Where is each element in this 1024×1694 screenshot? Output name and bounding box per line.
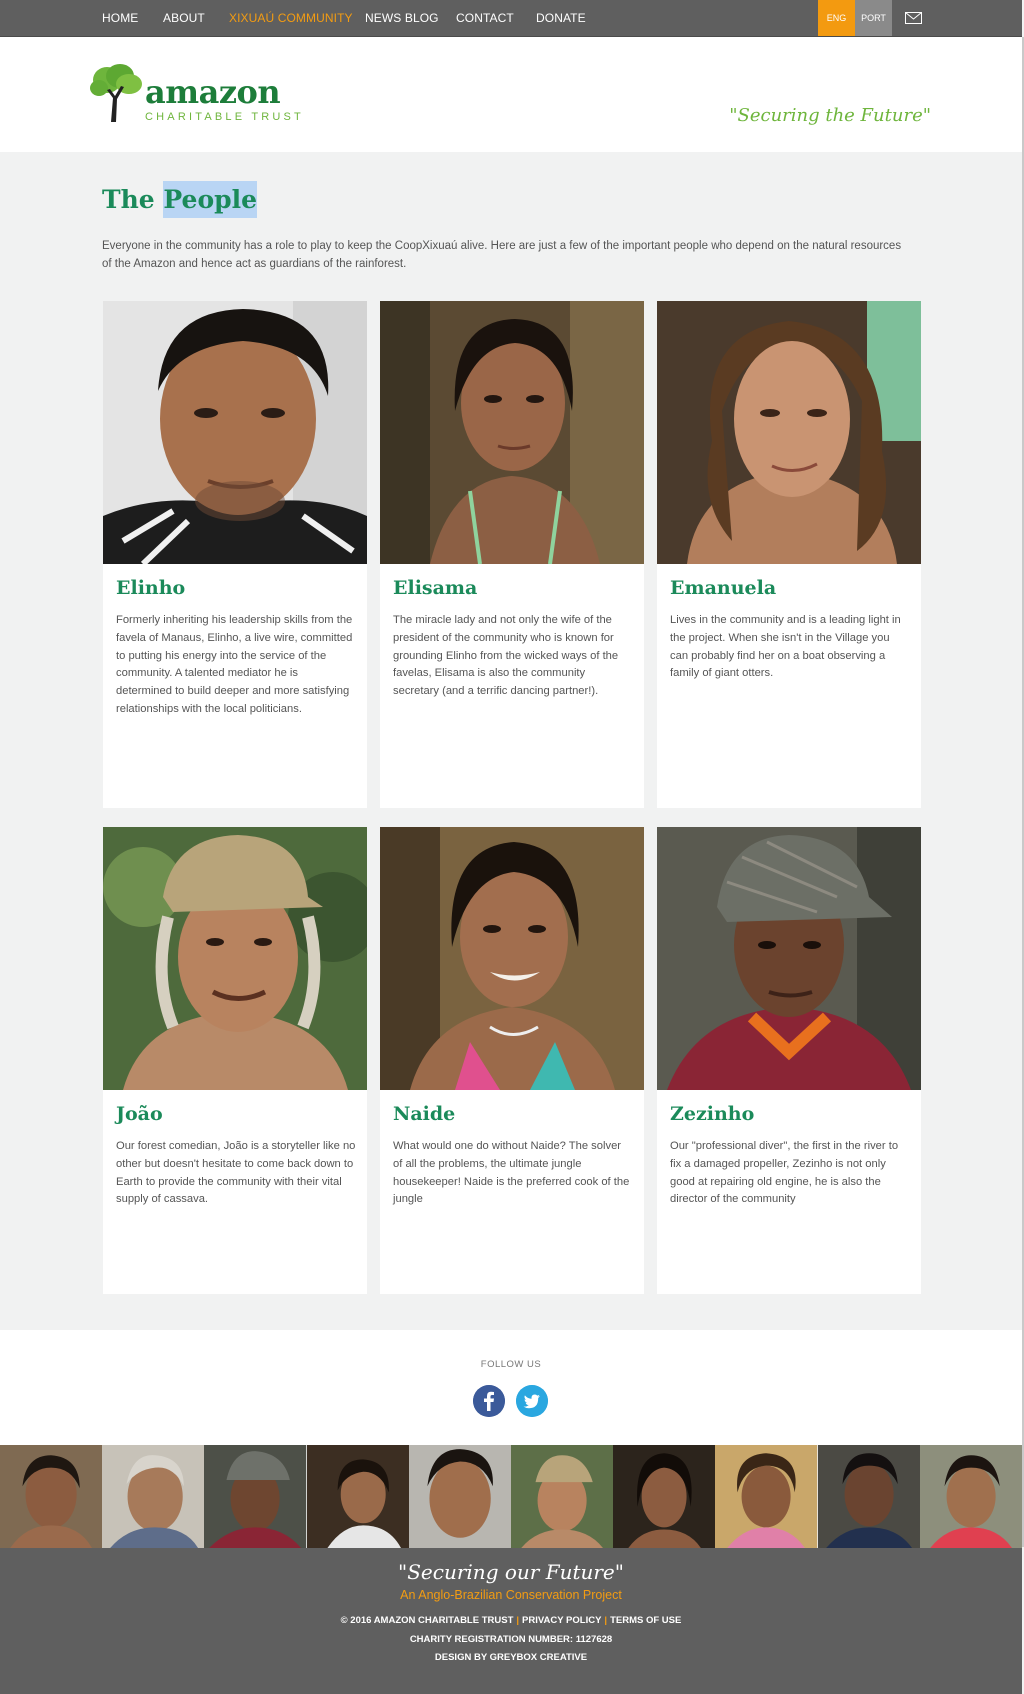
person-name: Elisama — [393, 577, 478, 599]
person-bio: What would one do without Naide? The sol… — [393, 1140, 630, 1206]
nav-contact[interactable]: CONTACT — [456, 11, 514, 25]
amazon-logo[interactable]: amazon CHARITABLE TRUST — [87, 62, 317, 128]
person-photo — [103, 301, 367, 564]
page-title-part2: People — [163, 181, 257, 218]
intro-paragraph: Everyone in the community has a role to … — [102, 240, 902, 270]
strip-photo — [306, 1445, 409, 1548]
person-photo — [380, 827, 644, 1090]
person-photo — [380, 301, 644, 564]
person-bio: Lives in the community and is a leading … — [670, 614, 901, 680]
person-card: Naide What would one do without Naide? T… — [380, 827, 644, 1294]
person-photo — [657, 827, 921, 1090]
person-name: Emanuela — [670, 577, 777, 599]
nav-about[interactable]: ABOUT — [163, 11, 205, 25]
language-port-button[interactable]: PORT — [855, 0, 892, 36]
footer-links: © 2016 AMAZON CHARITABLE TRUST | PRIVACY P… — [0, 1615, 1022, 1626]
strip-photo — [919, 1445, 1022, 1548]
privacy-policy-link[interactable]: PRIVACY POLICY — [522, 1615, 601, 1626]
logo-subtitle: CHARITABLE TRUST — [145, 111, 304, 123]
logo-wordmark: amazon — [145, 73, 281, 111]
strip-photo — [817, 1445, 920, 1548]
person-card: Elinho Formerly inheriting his leadershi… — [103, 301, 367, 808]
person-name: Elinho — [116, 577, 186, 599]
person-bio: Our "professional diver", the first in t… — [670, 1140, 899, 1206]
separator: | — [604, 1615, 608, 1626]
nav-donate[interactable]: DONATE — [536, 11, 586, 25]
registration-text: CHARITY REGISTRATION NUMBER: 1127628 — [409, 1634, 613, 1645]
footer-subtitle: An Anglo-Brazilian Conservation Project — [400, 1588, 622, 1602]
person-card: Emanuela Lives in the community and is a… — [657, 301, 921, 808]
person-card: Elisama The miracle lady and not only th… — [380, 301, 644, 808]
copyright-text: © 2016 AMAZON CHARITABLE TRUST — [340, 1615, 514, 1626]
terms-of-use-link[interactable]: TERMS OF USE — [610, 1615, 681, 1626]
strip-photo — [613, 1445, 716, 1548]
person-card: Zezinho Our "professional diver", the fi… — [657, 827, 921, 1294]
follow-section: FOLLOW US — [0, 1330, 1022, 1445]
person-photo — [657, 301, 921, 564]
strip-photo — [408, 1445, 511, 1548]
strip-photo — [510, 1445, 614, 1548]
tree-icon — [90, 64, 142, 122]
site-footer: "Securing our Future" An Anglo-Brazilian… — [0, 1548, 1022, 1694]
facebook-icon[interactable] — [473, 1385, 505, 1417]
strip-photo — [204, 1445, 307, 1548]
strip-photo — [0, 1445, 103, 1548]
person-photo — [103, 827, 367, 1090]
language-eng-button[interactable]: ENG — [818, 0, 855, 36]
nav-xixuau-community[interactable]: XIXUAÚ COMMUNITY — [229, 11, 353, 25]
top-navigation: HOME ABOUT XIXUAÚ COMMUNITY NEWS BLOG CO… — [0, 0, 1022, 37]
strip-photo — [715, 1445, 818, 1548]
nav-home[interactable]: HOME — [102, 11, 138, 25]
page-title: The People — [102, 181, 257, 218]
person-name: Naide — [393, 1103, 456, 1125]
person-name: Zezinho — [670, 1103, 755, 1125]
person-card: João Our forest comedian, João is a stor… — [103, 827, 367, 1294]
twitter-icon[interactable] — [516, 1385, 548, 1417]
separator: | — [516, 1615, 520, 1626]
follow-label: FOLLOW US — [480, 1359, 542, 1370]
site-header: amazon CHARITABLE TRUST "Securing the Fu… — [0, 37, 1022, 152]
person-bio: Formerly inheriting his leadership skill… — [116, 614, 353, 715]
footer-quote: "Securing our Future" — [398, 1560, 624, 1584]
envelope-icon[interactable] — [905, 12, 922, 24]
person-name: João — [116, 1103, 163, 1125]
person-bio: Our forest comedian, João is a storytell… — [116, 1140, 356, 1206]
people-photo-strip — [0, 1445, 1022, 1548]
page-title-part1: The — [102, 185, 155, 214]
strip-photo — [102, 1445, 205, 1548]
nav-news-blog[interactable]: NEWS BLOG — [365, 11, 439, 25]
header-tagline: "Securing the Future" — [729, 105, 931, 126]
person-bio: The miracle lady and not only the wife o… — [393, 614, 619, 698]
design-credit[interactable]: DESIGN BY GREYBOX CREATIVE — [0, 1652, 1022, 1663]
